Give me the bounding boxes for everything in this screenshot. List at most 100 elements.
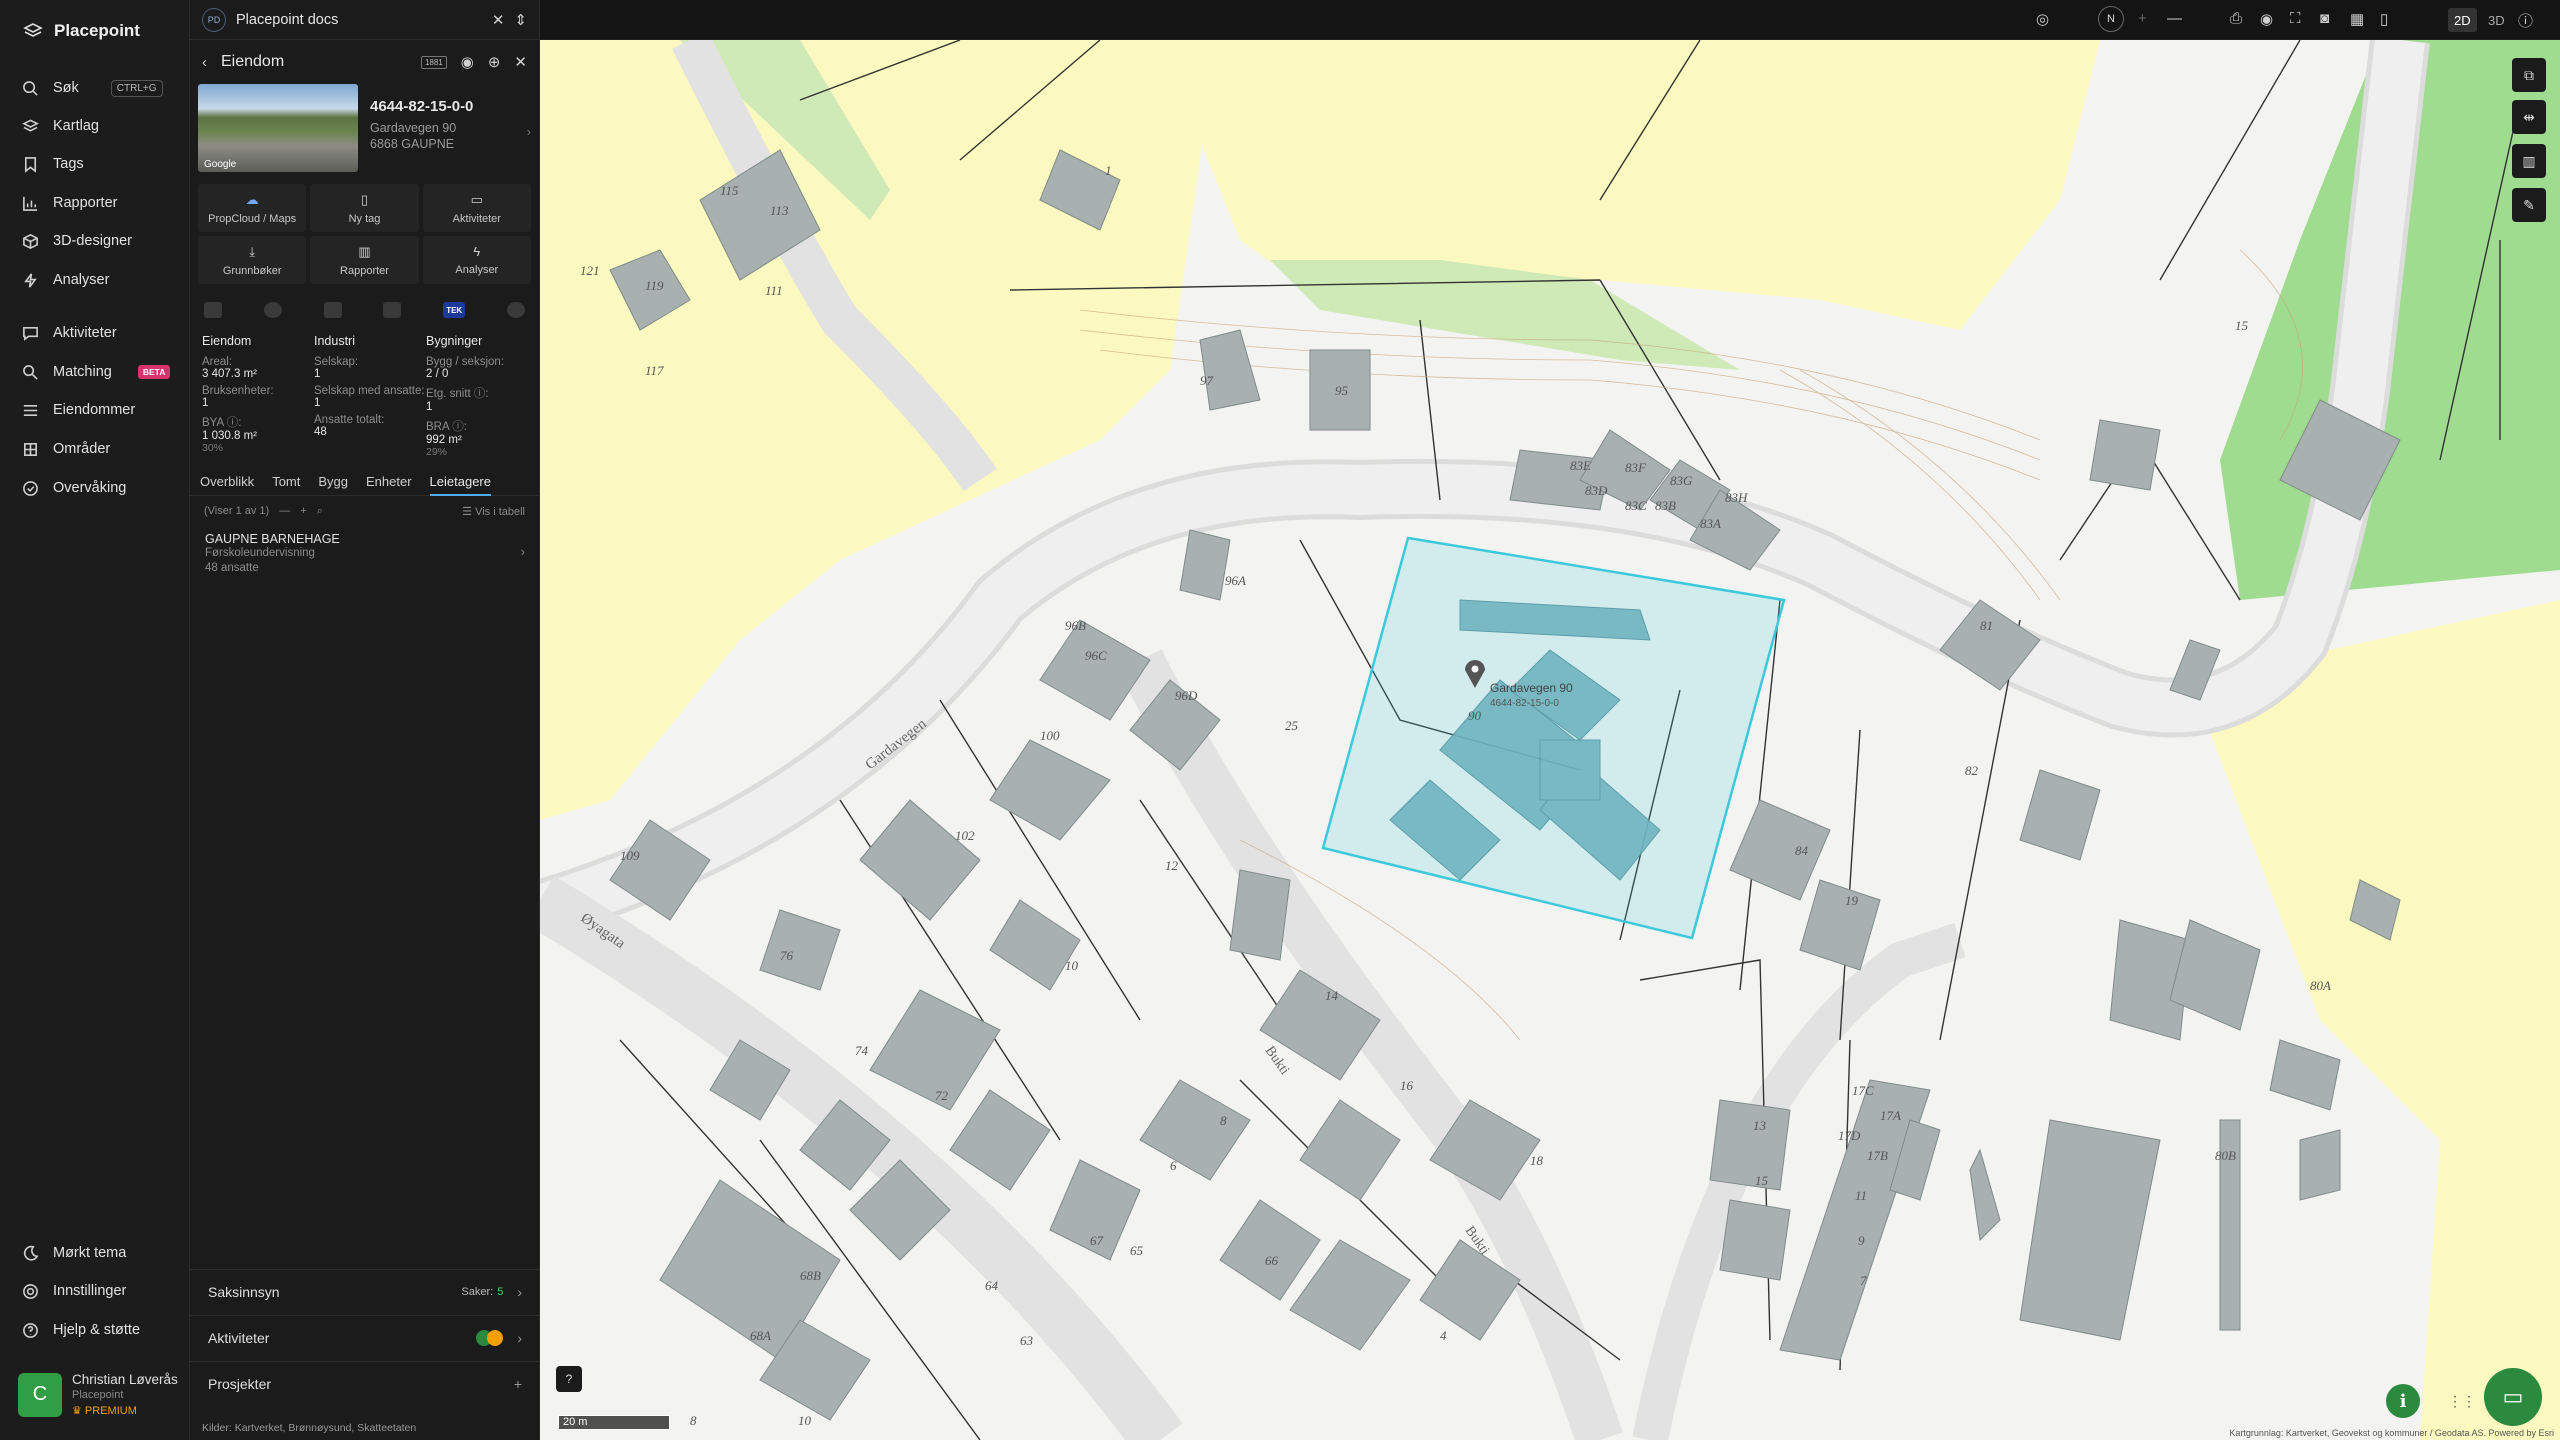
target-icon[interactable]: ⊕ — [488, 53, 501, 71]
reports-button[interactable]: ▥ Rapporter — [310, 236, 419, 284]
chart-icon: ▥ — [358, 243, 371, 259]
info-icon[interactable]: ⓘ — [2518, 10, 2533, 31]
grid-icon[interactable]: ▦ — [2350, 10, 2364, 28]
map-svg[interactable]: Gardavegen 90 4644-82-15-0-0 Gardavegen … — [540, 40, 2560, 1440]
nav-item-settings[interactable]: Innstillinger — [22, 1277, 126, 1305]
search-icon[interactable]: ⌕ — [317, 505, 323, 518]
mode-2d-button[interactable]: 2D — [2448, 8, 2477, 32]
house-number: 117 — [645, 363, 664, 378]
source-link[interactable]: Skatteetaten — [357, 1422, 416, 1434]
aktiviteter-section[interactable]: Aktiviteter › — [190, 1315, 540, 1359]
mode-3d-button[interactable]: 3D — [2482, 8, 2511, 32]
eye-icon[interactable]: ◉ — [461, 53, 474, 71]
source-icon-3[interactable] — [323, 302, 342, 318]
print-icon[interactable]: ⎙ — [2230, 10, 2242, 27]
analyze-button[interactable]: ϟ Analyser — [422, 236, 531, 284]
zoom-in-icon[interactable]: + — [2138, 10, 2147, 27]
nav-item-dark-theme[interactable]: Mørkt tema — [22, 1239, 126, 1267]
compass-button[interactable]: N — [2098, 6, 2124, 32]
list-icon: ☰ — [462, 505, 472, 518]
layers-tool-button[interactable]: ⧉ — [2512, 58, 2546, 92]
nav-item-omrader[interactable]: Områder — [22, 435, 110, 463]
tab-leietagere[interactable]: Leietagere — [429, 474, 491, 496]
nav-label: Hjelp & støtte — [53, 1322, 141, 1338]
nav-item-tags[interactable]: Tags — [22, 150, 84, 178]
house-number: 96B — [1065, 618, 1086, 633]
workspace-badge[interactable]: PD — [202, 7, 226, 32]
saksinnsyn-section[interactable]: Saksinnsyn Saker: 5 › — [190, 1269, 540, 1313]
house-number: 109 — [620, 848, 640, 863]
fullscreen-icon[interactable]: ⛶ — [2290, 10, 2301, 27]
prosjekter-section[interactable]: Prosjekter + — [190, 1361, 540, 1405]
activities-button[interactable]: ▭ Aktiviteter — [422, 184, 531, 232]
theme-icon[interactable]: ◎ — [2036, 10, 2049, 28]
house-number: 83F — [1625, 460, 1647, 475]
back-icon[interactable]: ‹ — [202, 54, 207, 71]
close-icon[interactable]: ✕ — [492, 11, 505, 29]
nav-item-rapporter[interactable]: Rapporter — [22, 189, 117, 217]
camera-icon[interactable]: ◙ — [2320, 10, 2329, 27]
stat-value: 1 — [426, 401, 433, 413]
close-icon[interactable]: ✕ — [514, 53, 527, 71]
info-button[interactable]: i — [2386, 1384, 2420, 1418]
more-icon[interactable] — [506, 302, 525, 318]
add-icon[interactable]: + — [300, 505, 306, 517]
tek-icon[interactable]: TEK — [443, 302, 466, 318]
tab-enheter[interactable]: Enheter — [366, 474, 412, 489]
house-number: 4 — [1440, 1328, 1447, 1343]
bars-icon[interactable] — [383, 302, 402, 318]
chat-button[interactable]: ▭ — [2484, 1368, 2542, 1426]
add-icon[interactable]: + — [514, 1376, 522, 1392]
chevron-right-icon[interactable]: › — [527, 124, 531, 176]
source-icon-2[interactable] — [263, 302, 282, 318]
nav-item-matching[interactable]: Matching BETA — [22, 358, 171, 386]
chart-tool-button[interactable]: ▥ — [2512, 144, 2546, 178]
nav-label: Analyser — [53, 272, 110, 288]
nav-item-analyser[interactable]: Analyser — [22, 266, 109, 294]
help-button[interactable]: ? — [556, 1366, 582, 1392]
user-org: Placepoint — [72, 1389, 124, 1401]
scale-label: 20 m — [558, 1415, 670, 1430]
drag-handle-icon[interactable]: ⋮⋮ — [2448, 1393, 2476, 1410]
house-number: 83D — [1585, 483, 1608, 498]
house-number: 18 — [1530, 1153, 1544, 1168]
list-item[interactable]: GAUPNE BARNEHAGE Førskoleundervisning 48… — [190, 526, 539, 582]
street-view-photo[interactable]: Google — [198, 84, 358, 172]
user-name: Christian Løverås — [72, 1372, 178, 1387]
tab-bygg[interactable]: Bygg — [318, 474, 348, 489]
nav-item-aktiviteter[interactable]: Aktiviteter — [22, 319, 117, 347]
source-link[interactable]: Kartverket, — [235, 1422, 286, 1434]
collapse-icon[interactable]: — — [279, 505, 290, 517]
nav-item-3d-designer[interactable]: 3D-designer — [22, 227, 132, 255]
draw-tool-button[interactable]: ✎ — [2512, 188, 2546, 222]
user-profile[interactable]: C Christian Løverås Placepoint ♛ PREMIUM — [18, 1372, 178, 1417]
new-tag-button[interactable]: ▯ Ny tag — [310, 184, 419, 232]
source-link[interactable]: Brønnøysund, — [288, 1422, 354, 1434]
property-postal: 6868 GAUPNE — [370, 137, 455, 151]
bookmark-icon[interactable]: ▯ — [2380, 10, 2388, 28]
nav-item-help[interactable]: Hjelp & støtte — [22, 1316, 140, 1344]
nav-item-kartlag[interactable]: Kartlag — [22, 112, 99, 140]
stat-label: Bygg / seksjon: — [426, 356, 504, 368]
nav-item-search[interactable]: Søk CTRL+G — [22, 74, 163, 102]
tab-tomt[interactable]: Tomt — [272, 474, 300, 489]
map-canvas[interactable]: Gardavegen 90 4644-82-15-0-0 Gardavegen … — [540, 40, 2560, 1440]
nav-item-overvaking[interactable]: Overvåking — [22, 474, 126, 502]
expand-icon[interactable]: ⇕ — [514, 11, 527, 29]
tenant-type: Førskoleundervisning — [205, 547, 315, 559]
eye-icon[interactable]: ◉ — [2260, 10, 2273, 28]
nav-item-eiendommer[interactable]: Eiendommer — [22, 396, 135, 424]
brand[interactable]: Placepoint — [22, 20, 140, 42]
source-icon-1[interactable] — [204, 302, 222, 318]
measure-tool-button[interactable]: ⇹ — [2512, 100, 2546, 134]
tab-overblikk[interactable]: Overblikk — [200, 474, 254, 489]
table-view-link[interactable]: ☰ Vis i tabell — [462, 505, 525, 518]
grunnboker-button[interactable]: ⤓ Grunnbøker — [198, 236, 307, 284]
stat-label: Selskap: — [314, 356, 359, 368]
zoom-out-icon[interactable]: — — [2167, 10, 2182, 27]
propcloud-button[interactable]: ☁ PropCloud / Maps — [198, 184, 307, 232]
workspace-title[interactable]: Placepoint docs — [236, 12, 338, 28]
1881-badge[interactable]: 1881 — [420, 55, 447, 69]
property-card[interactable]: Google 4644-82-15-0-0 Gardavegen 90 6868… — [190, 84, 539, 176]
shortcut-badge: CTRL+G — [110, 79, 163, 97]
